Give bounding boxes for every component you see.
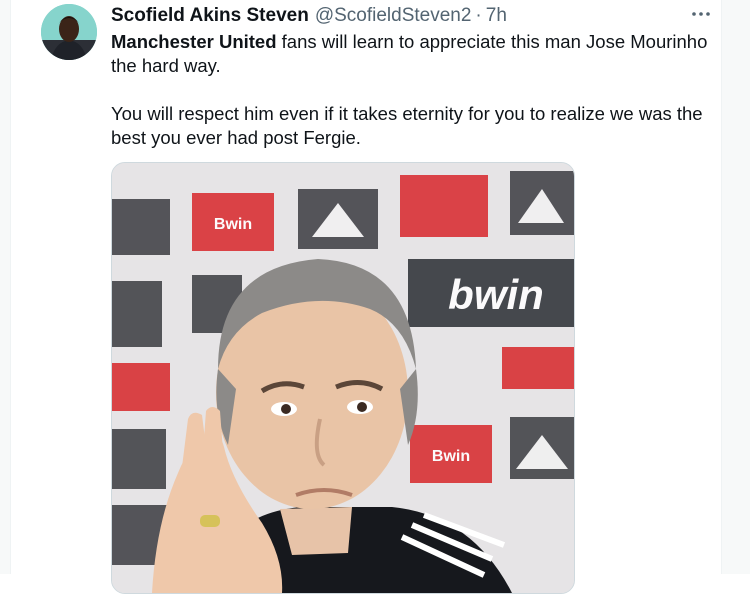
more-options-button[interactable] — [689, 2, 713, 26]
display-name[interactable]: Scofield Akins Steven — [111, 5, 309, 27]
timeline-background: Scofield Akins Steven @ScofieldSteven2 ·… — [0, 0, 750, 594]
handle[interactable]: @ScofieldSteven2 — [315, 5, 472, 27]
more-horizontal-icon — [692, 12, 710, 16]
separator: · — [475, 5, 482, 26]
backdrop-logo-1: Bwin — [214, 216, 252, 233]
tweet-paragraph-2: You will respect him even if it takes et… — [111, 103, 703, 148]
backdrop-logo-3: Bwin — [432, 448, 470, 465]
tweet-header: Scofield Akins Steven @ScofieldSteven2 ·… — [111, 4, 507, 28]
tweet-paragraph-1: Manchester United fans will learn to app… — [111, 30, 711, 78]
tweet-text: Manchester United fans will learn to app… — [111, 30, 711, 150]
backdrop-logo-2: bwin — [448, 271, 544, 318]
tweet-card[interactable]: Scofield Akins Steven @ScofieldSteven2 ·… — [10, 0, 722, 594]
bold-text: Manchester United — [111, 31, 277, 52]
avatar[interactable] — [41, 4, 97, 60]
tweet-photo[interactable]: Bwin bwin Bwin — [111, 162, 575, 594]
timestamp[interactable]: 7h — [486, 5, 507, 27]
